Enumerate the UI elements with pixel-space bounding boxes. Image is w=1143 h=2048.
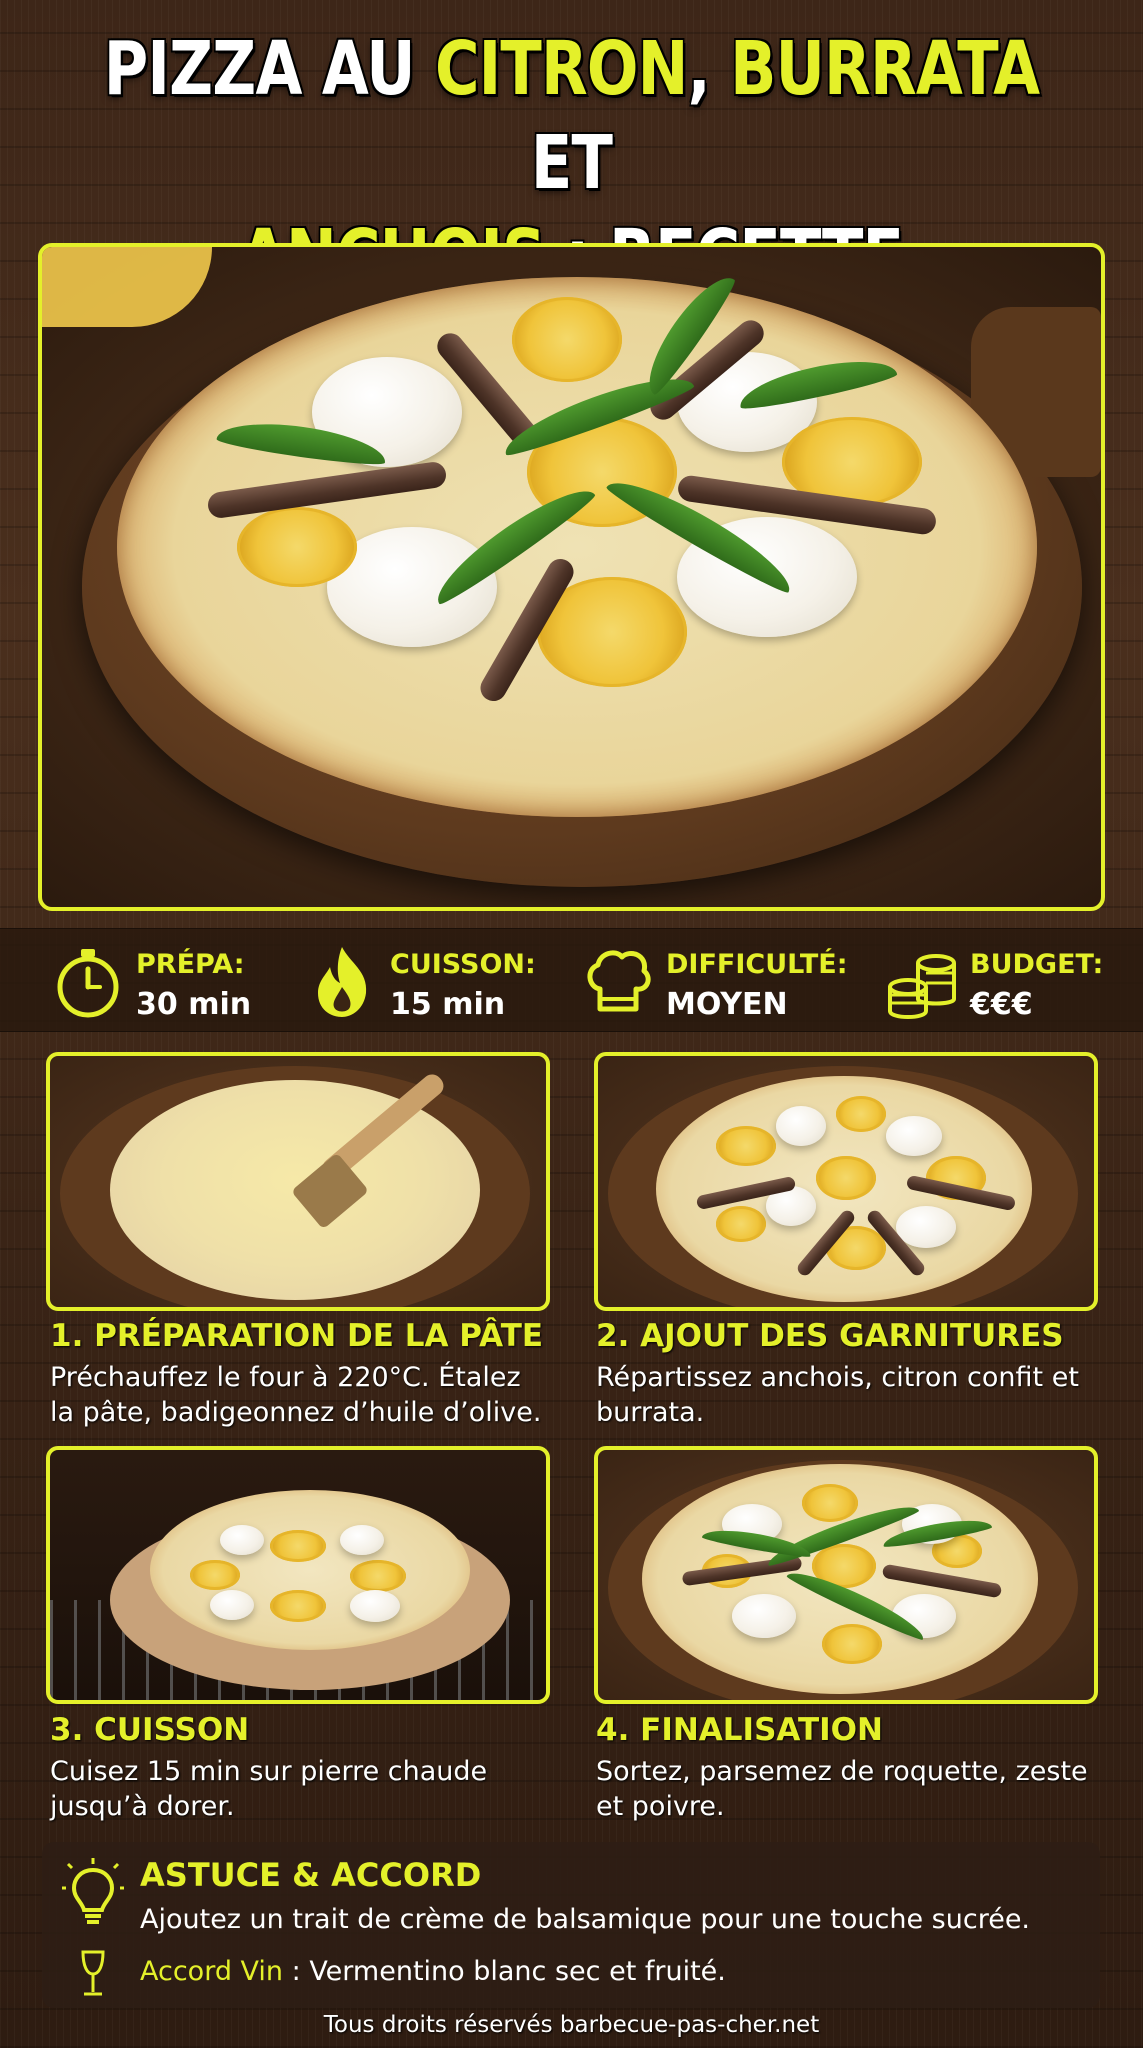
tip-text: Ajoutez un trait de crème de balsamique … [140,1904,1031,1935]
prep-label: PRÉPA: [136,949,245,980]
cook-label: CUISSON: [390,949,536,980]
prep-value: 30 min [136,987,252,1022]
pizza [117,266,1037,817]
step-4-image [594,1446,1098,1704]
difficulty-label: DIFFICULTÉ: [666,949,848,980]
wine-glass-icon [81,1950,105,1996]
hero-pizza-image [38,243,1105,911]
cook-value: 15 min [390,987,506,1022]
flame-icon [318,947,367,1017]
step-4-title: 4. FINALISATION [596,1712,883,1748]
stopwatch-icon [57,949,119,1018]
step-3-title: 3. CUISSON [50,1712,250,1748]
wine-pairing: Accord Vin : Vermentino blanc sec et fru… [140,1956,726,1987]
title-line-1: PIZZA AU CITRON, BURRATA ET [103,26,1040,206]
step-1-title: 1. PRÉPARATION DE LA PÂTE [50,1318,544,1354]
tip-title: ASTUCE & ACCORD [140,1856,482,1894]
step-2-image [594,1052,1098,1311]
budget-value: €€€ [970,987,1033,1022]
recipe-info-bar: PRÉPA: 30 min CUISSON: 15 min DIFFICULTÉ… [0,928,1143,1032]
budget-label: BUDGET: [970,949,1104,980]
footer-copyright: Tous droits réservés barbecue-pas-cher.n… [323,2012,820,2038]
step-3-image [46,1446,550,1704]
difficulty-value: MOYEN [666,987,788,1022]
chef-hat-icon [587,950,651,1012]
step-2-text: Répartissez anchois, citron confit et bu… [596,1362,1079,1428]
step-1-text: Préchauffez le four à 220°C. Étalez la p… [50,1362,542,1428]
lightbulb-icon [62,1858,124,1924]
step-1-image [46,1052,550,1311]
step-2-title: 2. AJOUT DES GARNITURES [596,1318,1064,1354]
step-3-text: Cuisez 15 min sur pierre chaude jusqu’à … [50,1756,488,1822]
step-4-text: Sortez, parsemez de roquette, zeste et p… [596,1756,1088,1822]
coins-icon [888,954,956,1019]
tip-box: ASTUCE & ACCORD Ajoutez un trait de crèm… [42,1842,1100,2008]
